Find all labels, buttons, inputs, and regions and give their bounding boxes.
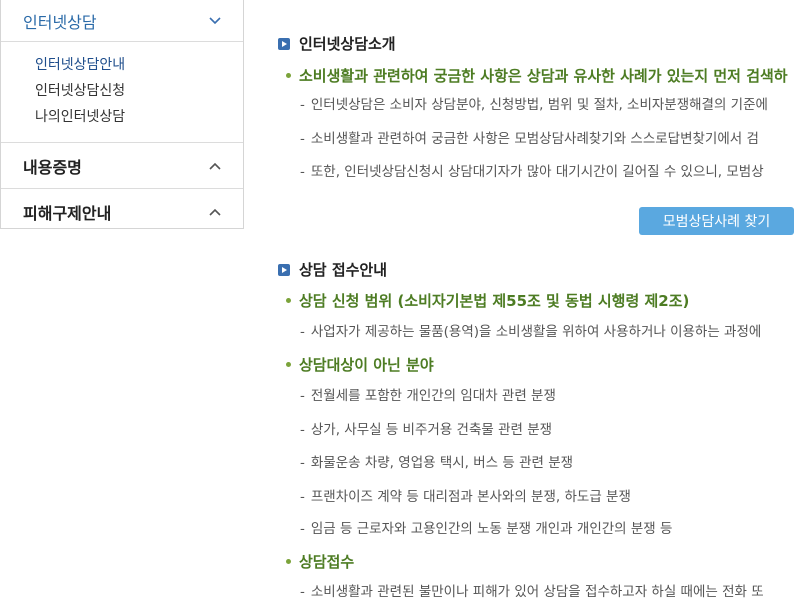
section-intro-title: 인터넷상담소개 bbox=[278, 33, 396, 54]
bullet-dot-icon bbox=[286, 559, 291, 564]
chevron-up-icon bbox=[209, 162, 221, 170]
menu-label: 피해구제안내 bbox=[23, 204, 112, 223]
line-text: 프랜차이즈 계약 등 대리점과 본사와의 분쟁, 하도급 분쟁 bbox=[310, 489, 631, 505]
find-model-cases-button[interactable]: 모범상담사례 찾기 bbox=[639, 207, 794, 235]
chevron-up-icon bbox=[209, 208, 221, 216]
intro-headline: 소비생활과 관련하여 궁금한 사항은 상담과 유사한 사례가 있는지 먼저 검색… bbox=[286, 65, 788, 86]
excluded-item: - 임금 등 근로자와 고용인간의 노동 분쟁 개인과 개인간의 분쟁 등 bbox=[300, 521, 673, 537]
sidebar-item-guide[interactable]: 인터넷상담안내 bbox=[35, 52, 243, 78]
sidebar-item-apply[interactable]: 인터넷상담신청 bbox=[35, 78, 243, 104]
excluded-item: - 프랜차이즈 계약 등 대리점과 본사와의 분쟁, 하도급 분쟁 bbox=[300, 489, 631, 505]
receipt-heading: 상담접수 bbox=[286, 551, 354, 572]
line-text: 화물운송 차량, 영업용 택시, 버스 등 관련 분쟁 bbox=[310, 455, 574, 471]
line-text: 상가, 사무실 등 비주거용 건축물 관련 분쟁 bbox=[310, 422, 553, 438]
sidebar-item-my-counsel[interactable]: 나의인터넷상담 bbox=[35, 104, 243, 130]
excluded-item: - 화물운송 차량, 영업용 택시, 버스 등 관련 분쟁 bbox=[300, 455, 574, 471]
line-text: 임금 등 근로자와 고용인간의 노동 분쟁 개인과 개인간의 분쟁 등 bbox=[310, 521, 673, 537]
chevron-down-icon bbox=[209, 16, 221, 25]
line-text: 소비생활과 관련된 불만이나 피해가 있어 상담을 접수하고자 하실 때에는 전… bbox=[310, 584, 764, 600]
scope-heading: 상담 신청 범위 (소비자기본법 제55조 및 동법 시행령 제2조) bbox=[286, 290, 689, 311]
heading-text: 상담대상이 아닌 분야 bbox=[299, 356, 434, 374]
headline-text: 소비생활과 관련하여 궁금한 사항은 상담과 유사한 사례가 있는지 먼저 검색… bbox=[299, 67, 788, 85]
line-text: 소비생활과 관련하여 궁금한 사항은 모범상담사례찾기와 스스로답변찾기에서 검 bbox=[310, 131, 759, 147]
bullet-dot-icon bbox=[286, 298, 291, 303]
submenu-internet-counsel: 인터넷상담안내 인터넷상담신청 나의인터넷상담 bbox=[1, 42, 243, 143]
section-bullet-icon bbox=[278, 263, 290, 276]
section-bullet-icon bbox=[278, 37, 290, 50]
line-text: 전월세를 포함한 개인간의 임대차 관련 분쟁 bbox=[310, 388, 556, 404]
bullet-dot-icon bbox=[286, 362, 291, 367]
section-title-text: 인터넷상담소개 bbox=[299, 35, 396, 53]
intro-line: - 소비생활과 관련하여 궁금한 사항은 모범상담사례찾기와 스스로답변찾기에서 … bbox=[300, 131, 759, 147]
menu-internet-counsel[interactable]: 인터넷상담 bbox=[1, 0, 243, 42]
menu-certified-content[interactable]: 내용증명 bbox=[1, 143, 243, 189]
sidebar-nav: 인터넷상담 인터넷상담안내 인터넷상담신청 나의인터넷상담 내용증명 피해구제안… bbox=[0, 0, 244, 229]
line-text: 인터넷상담은 소비자 상담분야, 신청방법, 범위 및 절차, 소비자분쟁해결의… bbox=[310, 97, 768, 113]
heading-text: 상담 신청 범위 (소비자기본법 제55조 및 동법 시행령 제2조) bbox=[299, 292, 690, 310]
excluded-item: - 상가, 사무실 등 비주거용 건축물 관련 분쟁 bbox=[300, 422, 553, 438]
line-text: 사업자가 제공하는 물품(용역)을 소비생활을 위하여 사용하거나 이용하는 과… bbox=[310, 324, 762, 340]
bullet-dot-icon bbox=[286, 73, 291, 78]
main-content: 인터넷상담소개 소비생활과 관련하여 궁금한 사항은 상담과 유사한 사례가 있… bbox=[278, 0, 800, 611]
menu-damage-relief[interactable]: 피해구제안내 bbox=[1, 189, 243, 235]
excluded-item: - 전월세를 포함한 개인간의 임대차 관련 분쟁 bbox=[300, 388, 556, 404]
menu-label: 인터넷상담 bbox=[23, 12, 97, 32]
line-text: 또한, 인터넷상담신청시 상담대기자가 많아 대기시간이 길어질 수 있으니, … bbox=[310, 164, 764, 180]
excluded-heading: 상담대상이 아닌 분야 bbox=[286, 354, 434, 375]
intro-line: - 또한, 인터넷상담신청시 상담대기자가 많아 대기시간이 길어질 수 있으니,… bbox=[300, 164, 764, 180]
menu-label: 내용증명 bbox=[23, 157, 82, 177]
receipt-line: - 소비생활과 관련된 불만이나 피해가 있어 상담을 접수하고자 하실 때에는 … bbox=[300, 584, 764, 600]
section-title-text: 상담 접수안내 bbox=[299, 261, 388, 279]
section-guide-title: 상담 접수안내 bbox=[278, 259, 387, 280]
heading-text: 상담접수 bbox=[299, 553, 355, 571]
intro-line: - 인터넷상담은 소비자 상담분야, 신청방법, 범위 및 절차, 소비자분쟁해결… bbox=[300, 97, 768, 113]
scope-line: - 사업자가 제공하는 물품(용역)을 소비생활을 위하여 사용하거나 이용하는 … bbox=[300, 324, 762, 340]
